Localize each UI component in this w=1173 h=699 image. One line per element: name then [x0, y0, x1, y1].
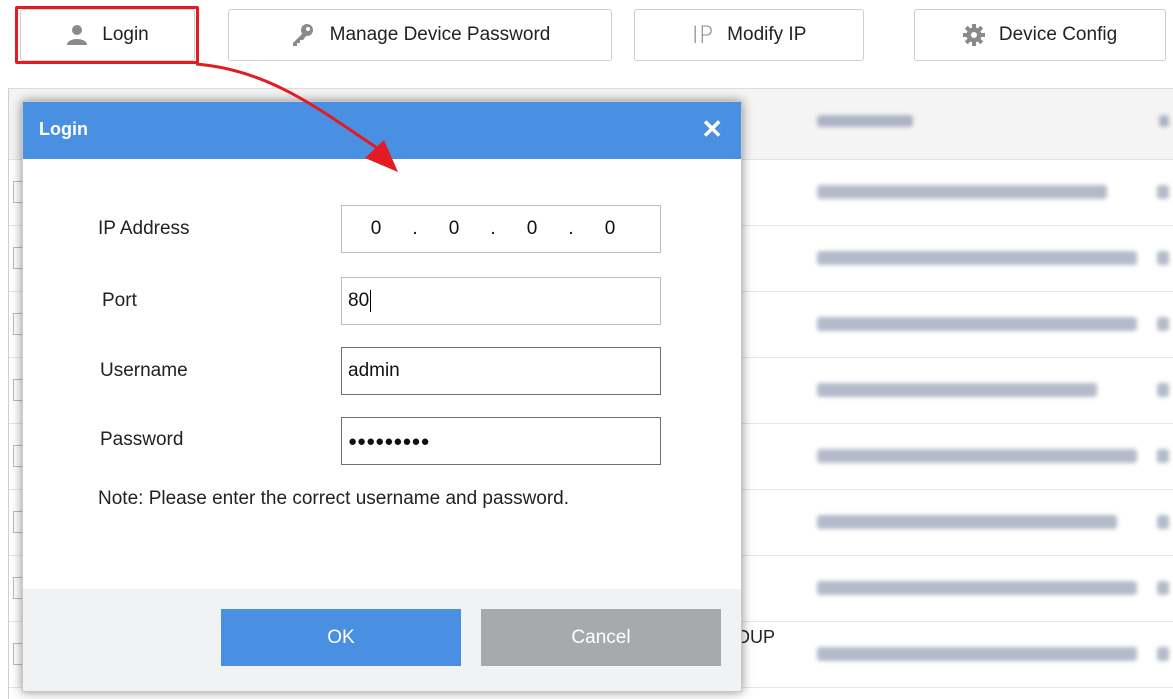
ip-address-field[interactable]: 0 . 0 . 0 . 0: [341, 205, 661, 253]
modify-ip-label: Modify IP: [727, 24, 807, 45]
username-label: Username: [100, 360, 188, 381]
password-field[interactable]: ●●●●●●●●●: [341, 417, 661, 465]
login-note: Note: Please enter the correct username …: [98, 488, 570, 509]
manage-device-password-label: Manage Device Password: [329, 24, 551, 45]
password-label: Password: [100, 429, 184, 450]
dialog-title: Login: [39, 119, 88, 139]
login-dialog: Login ✕ IP Address 0 . 0 . 0 . 0 Port 80…: [22, 101, 742, 692]
gear-icon: [962, 24, 985, 46]
ip-separator: .: [568, 218, 574, 239]
device-config-label: Device Config: [998, 24, 1118, 45]
username-field[interactable]: admin: [341, 347, 661, 395]
ip-separator: .: [490, 218, 496, 239]
manage-device-password-button[interactable]: Manage Device Password: [228, 9, 612, 61]
username-value: admin: [348, 360, 400, 381]
key-icon: [290, 22, 316, 48]
cancel-button[interactable]: Cancel: [481, 609, 721, 666]
device-config-button[interactable]: Device Config: [914, 9, 1166, 61]
port-value: 80: [348, 290, 370, 311]
dialog-header: Login ✕: [23, 102, 741, 159]
toolbar: Login Manage Device Password IP Modify I…: [0, 0, 1173, 78]
ip-octet-1[interactable]: 0: [348, 218, 404, 240]
port-label: Port: [102, 290, 137, 311]
ip-icon: IP: [691, 21, 714, 49]
login-highlight-box: [15, 6, 199, 64]
dialog-footer: OK Cancel: [23, 589, 741, 691]
ip-octet-4[interactable]: 0: [582, 218, 638, 240]
ip-separator: .: [412, 218, 418, 239]
password-value: ●●●●●●●●●: [348, 432, 430, 450]
ok-button[interactable]: OK: [221, 609, 461, 666]
ip-octet-3[interactable]: 0: [504, 218, 560, 240]
ip-octet-2[interactable]: 0: [426, 218, 482, 240]
text-caret: [370, 290, 372, 312]
ip-address-label: IP Address: [98, 218, 190, 239]
table-cell-text: DUP: [737, 627, 776, 647]
dialog-body: IP Address 0 . 0 . 0 . 0 Port 80 Usernam…: [23, 159, 741, 589]
close-icon[interactable]: ✕: [701, 114, 723, 144]
port-field[interactable]: 80: [341, 277, 661, 325]
modify-ip-button[interactable]: IP Modify IP: [634, 9, 864, 61]
